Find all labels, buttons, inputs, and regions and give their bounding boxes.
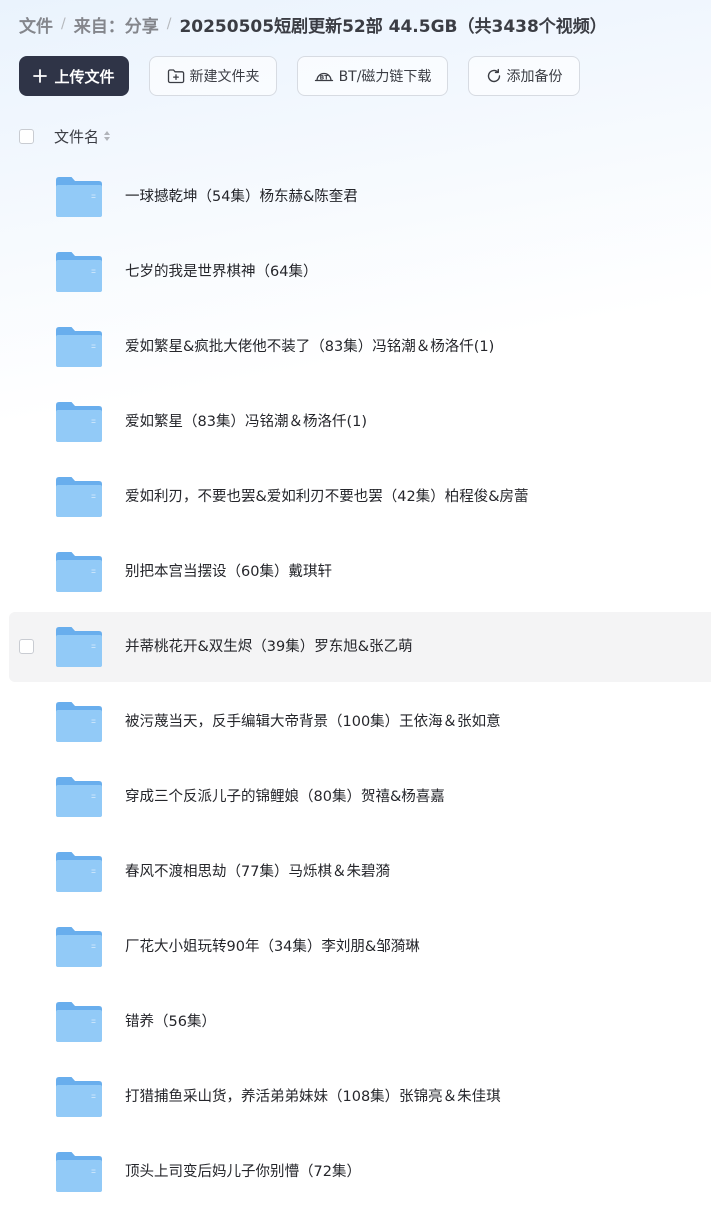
file-list: 一球撼乾坤（54集）杨东赫&陈奎君 七岁的我是世界棋神（64集） 爱如繁星&疯批… (9, 162, 711, 1212)
file-name: 春风不渡相思劫（77集）马烁棋＆朱碧漪 (125, 864, 390, 880)
folder-plus-icon (167, 68, 185, 84)
folder-icon (56, 1152, 102, 1192)
file-row[interactable]: 被污蔑当天，反手编辑大帝背景（100集）王依海＆张如意 (9, 687, 711, 757)
folder-icon (56, 702, 102, 742)
list-header: 文件名 (19, 126, 111, 146)
folder-icon (56, 927, 102, 967)
bt-magnet-download-button-label: BT/磁力链下载 (338, 69, 432, 85)
upload-button-label: 上传文件 (54, 67, 115, 86)
folder-icon (56, 552, 102, 592)
bt-icon: BT (314, 68, 334, 84)
file-name: 打猎捕鱼采山货，养活弟弟妹妹（108集）张锦亮＆朱佳琪 (125, 1089, 501, 1105)
add-backup-button[interactable]: 添加备份 (468, 56, 580, 96)
file-name: 并蒂桃花开&双生烬（39集）罗东旭&张乙萌 (125, 639, 413, 655)
folder-icon (56, 777, 102, 817)
folder-icon (56, 252, 102, 292)
folder-icon (56, 852, 102, 892)
new-folder-button-label: 新建文件夹 (189, 69, 260, 85)
column-header-filename[interactable]: 文件名 (54, 126, 99, 147)
breadcrumb-parent[interactable]: 来自：分享 (74, 12, 159, 37)
select-all-checkbox[interactable] (19, 128, 34, 144)
add-backup-button-label: 添加备份 (506, 69, 563, 85)
file-row[interactable]: 厂花大小姐玩转90年（34集）李刘朋&邹漪琳 (9, 912, 711, 982)
file-row[interactable]: 春风不渡相思劫（77集）马烁棋＆朱碧漪 (9, 837, 711, 907)
file-name: 顶头上司变后妈儿子你别懵（72集） (125, 1164, 361, 1180)
folder-icon (56, 177, 102, 217)
file-name: 爱如繁星&疯批大佬他不装了（83集）冯铭潮＆杨洛仟(1) (125, 339, 495, 355)
file-name: 别把本宫当摆设（60集）戴琪轩 (125, 564, 332, 580)
file-name: 爱如利刃，不要也罢&爱如利刃不要也罢（42集）柏程俊&房蕾 (125, 489, 529, 505)
file-name: 错养（56集） (125, 1014, 216, 1030)
file-row[interactable]: 爱如繁星（83集）冯铭潮＆杨洛仟(1) (9, 387, 711, 457)
file-row[interactable]: 穿成三个反派儿子的锦鲤娘（80集）贺禧&杨喜嘉 (9, 762, 711, 832)
file-row[interactable]: 一球撼乾坤（54集）杨东赫&陈奎君 (9, 162, 711, 232)
file-row[interactable]: 顶头上司变后妈儿子你别懵（72集） (9, 1137, 711, 1207)
file-row[interactable]: 并蒂桃花开&双生烬（39集）罗东旭&张乙萌 (9, 612, 711, 682)
folder-icon (56, 1002, 102, 1042)
file-row[interactable]: 七岁的我是世界棋神（64集） (9, 237, 711, 307)
breadcrumb-separator: / (61, 16, 66, 32)
breadcrumb-separator: / (166, 16, 172, 32)
folder-icon (56, 627, 102, 667)
file-row[interactable]: 错养（56集） (9, 987, 711, 1057)
row-checkbox[interactable] (19, 639, 34, 654)
folder-icon (56, 477, 102, 517)
breadcrumb-root[interactable]: 文件 (19, 12, 53, 37)
folder-icon (56, 1077, 102, 1117)
breadcrumb-current: 20250505短剧更新52部 44.5GB（共3438个视频） (179, 16, 607, 37)
refresh-icon (486, 68, 502, 84)
file-name: 穿成三个反派儿子的锦鲤娘（80集）贺禧&杨喜嘉 (125, 789, 445, 805)
plus-icon (33, 69, 48, 83)
sort-icon[interactable] (103, 130, 111, 142)
file-name: 厂花大小姐玩转90年（34集）李刘朋&邹漪琳 (125, 939, 420, 955)
folder-icon (56, 327, 102, 367)
file-name: 被污蔑当天，反手编辑大帝背景（100集）王依海＆张如意 (125, 714, 501, 730)
file-row[interactable]: 打猎捕鱼采山货，养活弟弟妹妹（108集）张锦亮＆朱佳琪 (9, 1062, 711, 1132)
file-row[interactable]: 爱如利刃，不要也罢&爱如利刃不要也罢（42集）柏程俊&房蕾 (9, 462, 711, 532)
file-row[interactable]: 别把本宫当摆设（60集）戴琪轩 (9, 537, 711, 607)
file-name: 七岁的我是世界棋神（64集） (125, 264, 318, 280)
toolbar: 上传文件 新建文件夹 BT BT/磁力链下载 添加备份 (19, 56, 600, 96)
file-row[interactable]: 爱如繁星&疯批大佬他不装了（83集）冯铭潮＆杨洛仟(1) (9, 312, 711, 382)
bt-magnet-download-button[interactable]: BT BT/磁力链下载 (297, 56, 448, 96)
file-name: 爱如繁星（83集）冯铭潮＆杨洛仟(1) (125, 414, 367, 430)
upload-button[interactable]: 上传文件 (19, 56, 129, 96)
file-name: 一球撼乾坤（54集）杨东赫&陈奎君 (125, 189, 358, 205)
breadcrumb: 文件 / 来自：分享 / 20250505短剧更新52部 44.5GB（共343… (19, 12, 607, 37)
folder-icon (56, 402, 102, 442)
new-folder-button[interactable]: 新建文件夹 (149, 56, 277, 96)
